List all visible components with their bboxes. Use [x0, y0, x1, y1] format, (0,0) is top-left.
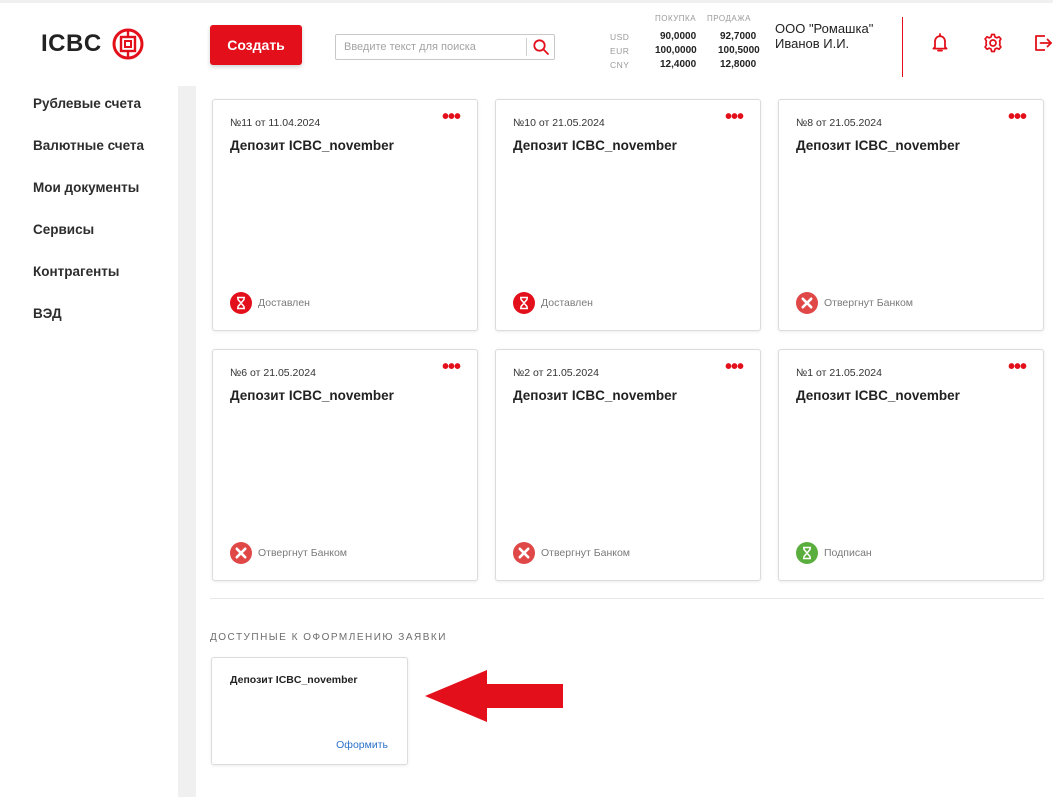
card-number: №10 от 21.05.2024 — [513, 117, 605, 129]
document-card[interactable]: №1 от 21.05.2024 ••• Депозит ICBC_novemb… — [778, 349, 1044, 581]
create-button[interactable]: Создать — [210, 25, 302, 65]
status-text: Отвергнут Банком — [824, 297, 914, 309]
card-title: Депозит ICBC_november — [796, 388, 960, 403]
sidebar-item-services[interactable]: Сервисы — [33, 222, 94, 237]
rate-sell-value: 12,8000 — [720, 59, 757, 70]
search-input[interactable] — [336, 35, 526, 59]
rates-buy-header: ПОКУПКА — [655, 14, 697, 23]
sidebar-item-rub-accounts[interactable]: Рублевые счета — [33, 96, 141, 111]
sidebar-item-ved[interactable]: ВЭД — [33, 306, 62, 321]
more-options-icon[interactable]: ••• — [1008, 357, 1027, 377]
x-circle-icon — [230, 542, 252, 564]
apply-link[interactable]: Оформить — [336, 739, 388, 751]
document-card[interactable]: №8 от 21.05.2024 ••• Депозит ICBC_novemb… — [778, 99, 1044, 331]
card-number: №6 от 21.05.2024 — [230, 367, 316, 379]
document-card[interactable]: №10 от 21.05.2024 ••• Депозит ICBC_novem… — [495, 99, 761, 331]
document-card[interactable]: №6 от 21.05.2024 ••• Депозит ICBC_novemb… — [212, 349, 478, 581]
status-text: Отвергнут Банком — [541, 547, 631, 559]
status-text: Доставлен — [541, 297, 593, 309]
card-number: №8 от 21.05.2024 — [796, 117, 882, 129]
section-divider — [210, 598, 1044, 599]
rate-buy-value: 100,0000 — [655, 45, 697, 56]
x-circle-icon — [513, 542, 535, 564]
rate-buy-value: 12,4000 — [660, 59, 697, 70]
card-number: №1 от 21.05.2024 — [796, 367, 882, 379]
card-status: Отвергнут Банком — [513, 542, 630, 564]
more-options-icon[interactable]: ••• — [442, 357, 461, 377]
available-request-card[interactable]: Депозит ICBC_november Оформить — [211, 657, 408, 765]
card-title: Депозит ICBC_november — [513, 388, 677, 403]
sidebar-item-my-documents[interactable]: Мои документы — [33, 180, 139, 195]
bell-icon[interactable] — [929, 32, 951, 54]
logo[interactable]: ICBC — [41, 28, 144, 60]
rate-currency: CNY — [610, 60, 630, 70]
card-title: Депозит ICBC_november — [513, 138, 677, 153]
card-status: Доставлен — [230, 292, 310, 314]
header-divider — [902, 17, 903, 77]
more-options-icon[interactable]: ••• — [725, 357, 744, 377]
sidebar-item-fx-accounts[interactable]: Валютные счета — [33, 138, 144, 153]
document-card[interactable]: №11 от 11.04.2024 ••• Депозит ICBC_novem… — [212, 99, 478, 331]
rate-currency: EUR — [610, 46, 630, 56]
card-status: Доставлен — [513, 292, 593, 314]
document-card[interactable]: №2 от 21.05.2024 ••• Депозит ICBC_novemb… — [495, 349, 761, 581]
search-divider — [526, 38, 527, 56]
available-section-title: ДОСТУПНЫЕ К ОФОРМЛЕНИЮ ЗАЯВКИ — [210, 632, 447, 643]
card-title: Депозит ICBC_november — [796, 138, 960, 153]
rate-sell-value: 100,5000 — [718, 45, 760, 56]
card-number: №2 от 21.05.2024 — [513, 367, 599, 379]
red-arrow-annotation — [425, 670, 563, 722]
company-info[interactable]: ООО "Ромашка" Иванов И.И. — [775, 21, 873, 51]
sidebar: Рублевые счета Валютные счета Мои докуме… — [0, 86, 178, 797]
card-status: Отвергнут Банком — [796, 292, 913, 314]
status-text: Доставлен — [258, 297, 310, 309]
header: ICBC Создать ПОКУПКА ПРОДАЖА USD 90,0000… — [0, 6, 1053, 86]
icbc-seal-icon — [112, 28, 144, 60]
rate-sell-value: 92,7000 — [720, 31, 757, 42]
more-options-icon[interactable]: ••• — [1008, 107, 1027, 127]
gear-icon[interactable] — [982, 32, 1004, 54]
card-title: Депозит ICBC_november — [230, 138, 394, 153]
logo-text: ICBC — [41, 30, 102, 57]
company-name: ООО "Ромашка" — [775, 21, 874, 36]
rates-sell-header: ПРОДАЖА — [707, 14, 751, 23]
hourglass-icon — [513, 292, 535, 314]
hourglass-icon — [796, 542, 818, 564]
scrollbar[interactable] — [178, 86, 196, 797]
card-status: Подписан — [796, 542, 872, 564]
more-options-icon[interactable]: ••• — [725, 107, 744, 127]
rate-currency: USD — [610, 32, 630, 42]
card-number: №11 от 11.04.2024 — [230, 117, 321, 129]
exchange-rates: ПОКУПКА ПРОДАЖА USD 90,0000 92,7000 EUR … — [600, 14, 765, 78]
logout-icon[interactable] — [1032, 32, 1053, 54]
rate-buy-value: 90,0000 — [660, 31, 697, 42]
status-text: Подписан — [824, 547, 872, 559]
card-status: Отвергнут Банком — [230, 542, 347, 564]
hourglass-icon — [230, 292, 252, 314]
more-options-icon[interactable]: ••• — [442, 107, 461, 127]
search-icon[interactable] — [532, 38, 550, 56]
search-box — [335, 34, 555, 60]
available-request-title: Депозит ICBC_november — [230, 674, 358, 686]
card-title: Депозит ICBC_november — [230, 388, 394, 403]
sidebar-item-counterparties[interactable]: Контрагенты — [33, 264, 119, 279]
status-text: Отвергнут Банком — [258, 547, 348, 559]
x-circle-icon — [796, 292, 818, 314]
user-name: Иванов И.И. — [775, 36, 850, 51]
